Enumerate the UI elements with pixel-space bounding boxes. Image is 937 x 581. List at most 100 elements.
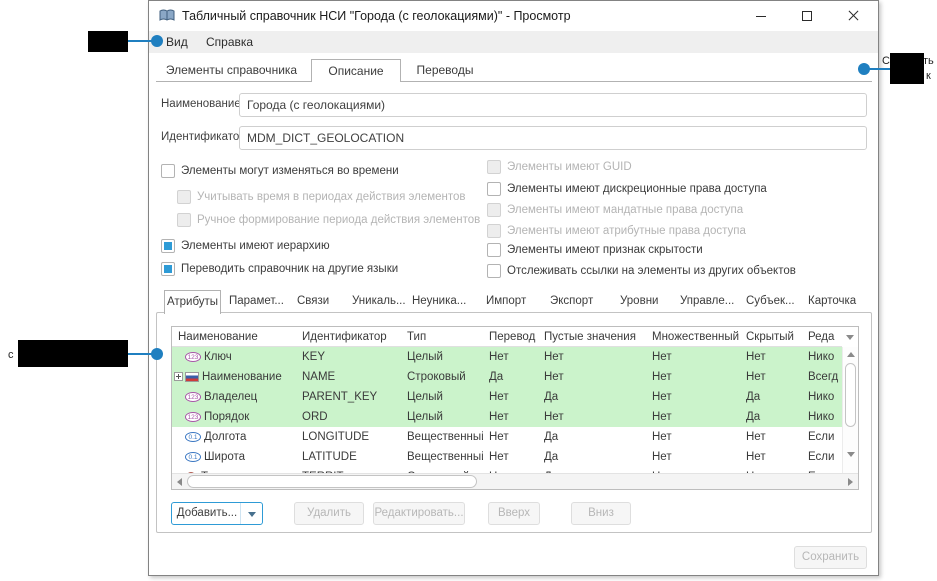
annotation-fragment: с <box>8 349 14 361</box>
table-rows-viewport: 123Ключ KEY Целый Нет Нет Нет Нет Нико Н… <box>172 347 844 474</box>
integer-type-icon: 123 <box>185 412 201 422</box>
vertical-scrollbar[interactable] <box>842 347 858 474</box>
scroll-right-icon[interactable] <box>848 478 853 486</box>
tab-translations[interactable]: Переводы <box>401 60 489 81</box>
attribute-row-latitude[interactable]: 0.1Широта LATITUDE Вещественный Нет Да Н… <box>172 447 844 467</box>
checkbox-icon <box>487 160 501 174</box>
tab-dictionary-elements[interactable]: Элементы справочника <box>159 60 304 81</box>
attributes-table: Наименование Идентификатор Тип Перевод П… <box>171 326 859 490</box>
checkbox-track-links[interactable]: Отслеживать ссылки на элементы из других… <box>487 262 796 277</box>
tab-export[interactable]: Экспорт <box>550 291 593 311</box>
redaction-box-tabs <box>890 53 924 84</box>
name-input[interactable] <box>239 93 867 117</box>
column-header-type[interactable]: Тип <box>401 327 483 347</box>
identifier-input[interactable] <box>239 126 867 150</box>
expand-plus-icon[interactable] <box>174 372 183 381</box>
column-header-hidden[interactable]: Скрытый <box>740 327 802 347</box>
attribute-row-name[interactable]: Наименование NAME Строковый Да Нет Нет Н… <box>172 367 844 387</box>
checkbox-icon <box>177 190 191 204</box>
horizontal-scroll-thumb[interactable] <box>187 475 477 488</box>
close-button[interactable] <box>830 1 876 31</box>
save-button: Сохранить <box>794 546 867 569</box>
app-window: Табличный справочник НСИ "Города (с геол… <box>148 0 879 576</box>
checkbox-icon <box>177 213 191 227</box>
redaction-box-table <box>18 340 128 367</box>
callout-line <box>868 68 892 70</box>
menu-help[interactable]: Справка <box>206 31 253 53</box>
attribute-row-order[interactable]: 123Порядок ORD Целый Нет Нет Нет Да Нико <box>172 407 844 427</box>
add-dropdown-arrow[interactable] <box>240 503 262 524</box>
tab-attributes[interactable]: Атрибуты <box>164 290 221 314</box>
checkbox-icon <box>487 264 501 278</box>
column-header-empty-values[interactable]: Пустые значения <box>538 327 646 347</box>
checkbox-translate-dictionary[interactable]: Переводить справочник на другие языки <box>161 260 398 275</box>
tab-levels[interactable]: Уровни <box>620 291 658 311</box>
checkbox-time-periods: Учитывать время в периодах действия элем… <box>177 188 466 203</box>
checkbox-time-variation[interactable]: Элементы могут изменяться во времени <box>161 162 399 177</box>
window-title: Табличный справочник НСИ "Города (с геол… <box>182 1 571 31</box>
checkbox-guid: Элементы имеют GUID <box>487 158 632 173</box>
real-type-icon: 0.1 <box>185 432 201 442</box>
name-field-label: Наименование: <box>161 98 244 110</box>
checkbox-icon <box>161 262 175 276</box>
attribute-row-key[interactable]: 123Ключ KEY Целый Нет Нет Нет Нет Нико <box>172 347 844 367</box>
column-chooser-button[interactable] <box>842 327 858 347</box>
annotation-fragment: к <box>926 70 931 82</box>
column-header-edit[interactable]: Реда <box>802 327 844 347</box>
app-book-icon <box>159 8 175 24</box>
column-header-identifier[interactable]: Идентификатор <box>296 327 401 347</box>
chevron-down-icon <box>846 335 854 340</box>
minimize-icon <box>756 16 766 17</box>
redaction-box-menu <box>88 31 128 52</box>
checkbox-discretionary-rights[interactable]: Элементы имеют дискреционные права досту… <box>487 180 767 195</box>
column-header-translate[interactable]: Перевод <box>483 327 538 347</box>
minimize-button[interactable] <box>738 1 784 31</box>
attribute-row-owner[interactable]: 123Владелец PARENT_KEY Целый Нет Да Нет … <box>172 387 844 407</box>
real-type-icon: 0.1 <box>185 452 201 462</box>
vertical-scroll-thumb[interactable] <box>845 363 856 427</box>
tab-strip-divider <box>156 81 872 82</box>
checkbox-hierarchy[interactable]: Элементы имеют иерархию <box>161 237 330 252</box>
tab-import[interactable]: Импорт <box>486 291 526 311</box>
tab-relations[interactable]: Связи <box>297 291 329 311</box>
callout-line <box>128 353 152 355</box>
checkbox-icon <box>487 182 501 196</box>
maximize-icon <box>802 11 812 21</box>
checkbox-icon <box>487 203 501 217</box>
attribute-row-longitude[interactable]: 0.1Долгота LONGITUDE Вещественный Нет Да… <box>172 427 844 447</box>
tab-card[interactable]: Карточка <box>808 291 856 311</box>
tab-subjects[interactable]: Субъек... <box>746 291 795 311</box>
delete-button: Удалить <box>294 502 364 525</box>
screenshot-canvas: Табличный справочник НСИ "Города (с геол… <box>0 0 937 581</box>
tab-management[interactable]: Управле... <box>680 291 734 311</box>
column-header-name[interactable]: Наименование <box>172 327 296 347</box>
edit-button: Редактировать... <box>373 502 465 525</box>
checkbox-mandatory-rights: Элементы имеют мандатные права доступа <box>487 201 743 216</box>
russian-flag-icon <box>185 372 199 382</box>
tab-nonunique[interactable]: Неуника... <box>412 291 466 311</box>
callout-dot-table <box>151 348 163 360</box>
maximize-button[interactable] <box>784 1 830 31</box>
annotation-fragment: ть <box>923 55 934 67</box>
annotation-fragment: С <box>882 55 890 67</box>
chevron-down-icon <box>248 512 256 517</box>
checkbox-icon <box>161 164 175 178</box>
title-bar: Табличный справочник НСИ "Города (с геол… <box>149 1 878 31</box>
scroll-left-icon[interactable] <box>177 478 182 486</box>
scroll-down-icon[interactable] <box>847 452 855 457</box>
add-button[interactable]: Добавить... <box>171 502 263 525</box>
checkbox-icon <box>487 243 501 257</box>
scroll-up-icon[interactable] <box>847 352 855 357</box>
tab-description[interactable]: Описание <box>311 59 401 82</box>
move-up-button: Вверх <box>488 502 540 525</box>
horizontal-scrollbar[interactable] <box>172 473 858 489</box>
integer-type-icon: 123 <box>185 392 201 402</box>
move-down-button: Вниз <box>571 502 631 525</box>
tab-unique[interactable]: Уникаль... <box>352 291 406 311</box>
checkbox-icon <box>487 224 501 238</box>
tab-parameters[interactable]: Парамет... <box>229 291 284 311</box>
checkbox-hidden-flag[interactable]: Элементы имеют признак скрытости <box>487 241 703 256</box>
menu-bar: Вид Справка <box>149 31 878 53</box>
menu-view[interactable]: Вид <box>166 31 188 53</box>
column-header-multiple[interactable]: Множественный <box>646 327 740 347</box>
